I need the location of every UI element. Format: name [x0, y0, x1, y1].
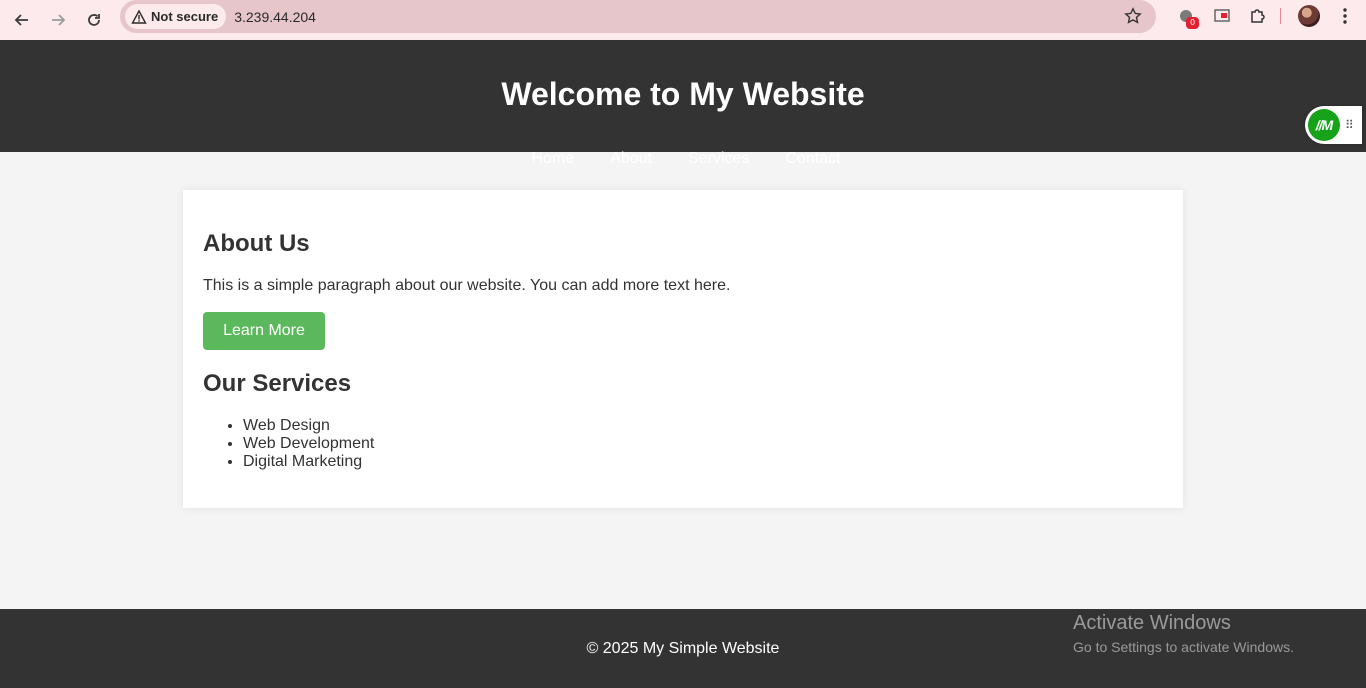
- browser-menu-button[interactable]: [1327, 0, 1363, 32]
- page-title: Welcome to My Website: [501, 76, 865, 112]
- floating-extension-widget[interactable]: //M ⠿: [1305, 106, 1362, 144]
- nav-home[interactable]: Home: [532, 150, 575, 168]
- toolbar-divider: [1280, 8, 1281, 24]
- site-nav: Home About Services Contact: [0, 150, 1366, 168]
- bookmark-star-icon[interactable]: [1124, 7, 1142, 25]
- back-arrow-icon: [14, 14, 28, 26]
- screen-record-icon: [1214, 9, 1230, 22]
- watermark-title: Activate Windows: [1073, 612, 1231, 634]
- puzzle-icon: [1251, 9, 1265, 23]
- forward-button[interactable]: [40, 4, 76, 36]
- about-paragraph: This is a simple paragraph about our web…: [203, 277, 731, 294]
- learn-more-button[interactable]: Learn More: [203, 312, 325, 350]
- extension-button-2[interactable]: [1204, 0, 1240, 32]
- services-list: Web Design Web Development Digital Marke…: [243, 417, 374, 471]
- content-card: About Us This is a simple paragraph abou…: [183, 190, 1183, 508]
- avatar: [1298, 5, 1320, 27]
- reload-button[interactable]: [76, 4, 112, 36]
- extensions-area: 0: [1168, 0, 1363, 32]
- about-heading: About Us: [203, 230, 310, 257]
- site-header: Welcome to My Website: [0, 40, 1366, 152]
- security-chip[interactable]: Not secure: [125, 4, 227, 29]
- url-text: 3.239.44.204: [234, 8, 316, 25]
- reload-icon: [88, 14, 100, 26]
- nav-services[interactable]: Services: [688, 150, 749, 168]
- nav-contact[interactable]: Contact: [785, 150, 840, 168]
- address-bar[interactable]: Not secure 3.239.44.204: [120, 0, 1156, 33]
- services-heading: Our Services: [203, 370, 352, 397]
- watermark-subtitle: Go to Settings to activate Windows.: [1073, 639, 1294, 655]
- forward-arrow-icon: [52, 14, 66, 26]
- browser-toolbar: Not secure 3.239.44.204 0: [0, 0, 1366, 40]
- windows-activation-watermark: Activate Windows Go to Settings to activ…: [1073, 612, 1294, 655]
- list-item: Digital Marketing: [243, 453, 374, 471]
- profile-button[interactable]: [1291, 0, 1327, 32]
- extension-logo: //M: [1308, 109, 1340, 141]
- nav-about[interactable]: About: [610, 150, 652, 168]
- more-vert-icon: [1343, 8, 1347, 24]
- warning-icon: [131, 9, 147, 24]
- drag-handle-icon[interactable]: ⠿: [1345, 118, 1354, 132]
- list-item: Web Design: [243, 417, 374, 435]
- list-item: Web Development: [243, 435, 374, 453]
- extension-badge: 0: [1186, 17, 1199, 29]
- security-label: Not secure: [151, 9, 219, 24]
- extensions-button[interactable]: [1240, 0, 1276, 32]
- back-button[interactable]: [4, 4, 40, 36]
- extension-button-1[interactable]: 0: [1168, 0, 1204, 32]
